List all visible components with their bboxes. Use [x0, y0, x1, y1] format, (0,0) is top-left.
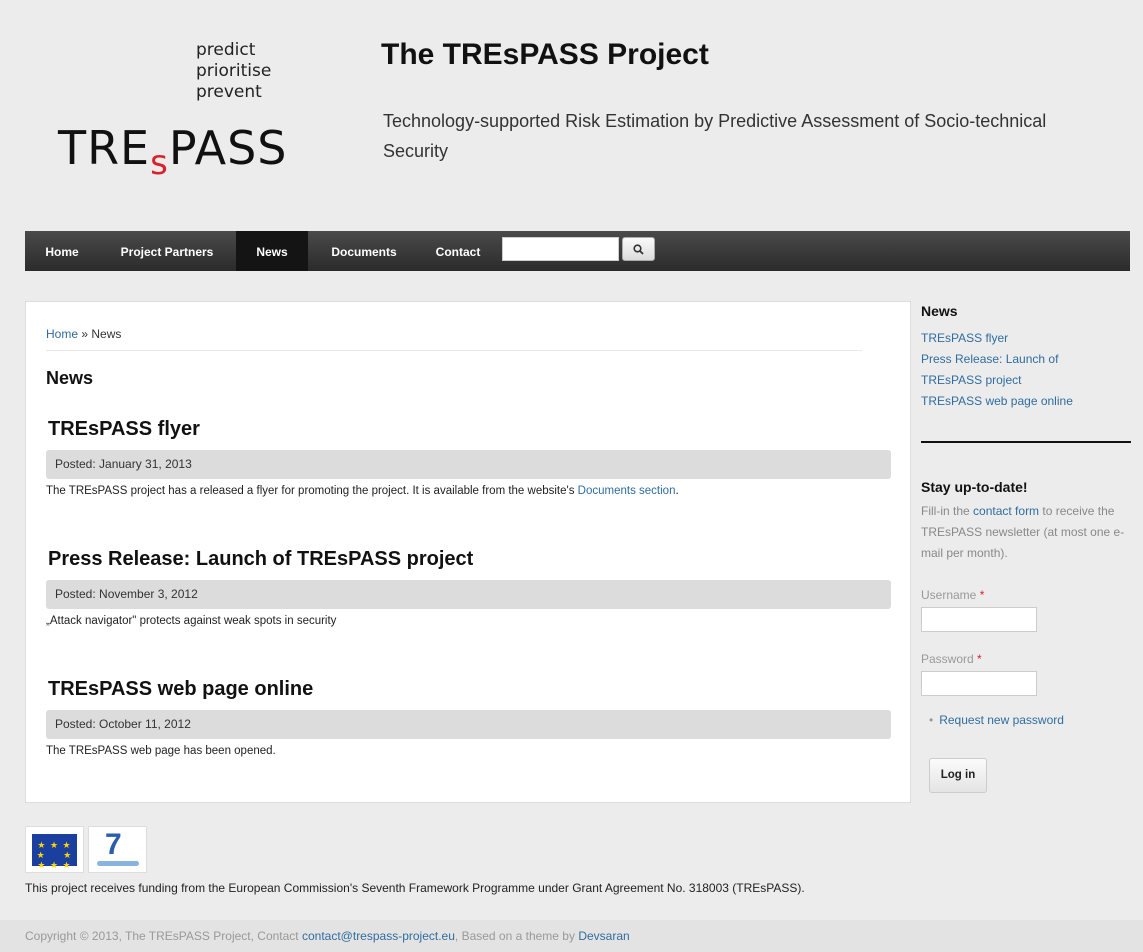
search-input[interactable] — [502, 237, 619, 261]
funding-notice: This project receives funding from the E… — [25, 881, 805, 895]
newsletter-text: Fill-in the contact form to receive the … — [921, 504, 1125, 560]
news-item-title[interactable]: TREsPASS flyer — [48, 418, 200, 441]
breadcrumb-home-link[interactable]: Home — [46, 327, 78, 341]
fp7-logo-mark: 7 — [105, 828, 122, 861]
breadcrumb: Home » News — [46, 327, 121, 341]
news-item-body: The TREsPASS project has a released a fl… — [46, 485, 679, 497]
sidebar-news-list: TREsPASS flyer Press Release: Launch of … — [921, 328, 1073, 412]
contact-email-link[interactable]: contact@trespass-project.eu — [302, 929, 455, 943]
username-label: Username * — [921, 588, 985, 602]
copyright-bar: Copyright © 2013, The TREsPASS Project, … — [0, 920, 1143, 952]
sidebar-news-link[interactable]: TREsPASS web page online — [921, 391, 1073, 412]
search-button[interactable] — [622, 237, 655, 261]
page-title: News — [46, 368, 94, 388]
contact-form-link[interactable]: contact form — [973, 504, 1039, 518]
sidebar-news-link[interactable]: TREsPASS project — [921, 370, 1073, 391]
bullet-icon: • — [929, 713, 934, 727]
sidebar-news-title: News — [921, 303, 958, 319]
eu-flag-logo[interactable]: ★ ★ ★ ★ ★ ★ ★ ★ — [25, 826, 84, 873]
fp7-logo[interactable]: 7 — [88, 826, 147, 873]
sidebar-divider — [921, 441, 1131, 443]
breadcrumb-current: News — [91, 327, 122, 341]
request-password: • Request new password — [929, 713, 1064, 727]
news-item-posted: Posted: January 31, 2013 — [46, 450, 891, 479]
news-item-posted: Posted: November 3, 2012 — [46, 580, 891, 609]
news-item-posted: Posted: October 11, 2012 — [46, 710, 891, 739]
main-navigation: Home Project Partners News Documents Con… — [25, 231, 1130, 271]
site-name[interactable]: The TREsPASS Project — [381, 38, 709, 72]
news-item-body: The TREsPASS web page has been opened. — [46, 745, 276, 757]
tagline-line: prevent — [196, 82, 262, 102]
theme-author-link[interactable]: Devsaran — [578, 929, 629, 943]
nav-item-home[interactable]: Home — [33, 231, 91, 271]
password-field[interactable] — [921, 671, 1037, 696]
username-field[interactable] — [921, 607, 1037, 632]
sidebar-news-link[interactable]: TREsPASS flyer — [921, 328, 1073, 349]
fp7-swoosh-icon — [97, 861, 139, 866]
nav-item-contact[interactable]: Contact — [423, 231, 493, 271]
news-item-title[interactable]: Press Release: Launch of TREsPASS projec… — [48, 548, 473, 571]
request-new-password-link[interactable]: Request new password — [939, 713, 1064, 727]
newsletter-title: Stay up-to-date! — [921, 479, 1028, 495]
nav-item-project-partners[interactable]: Project Partners — [108, 231, 226, 271]
nav-item-news[interactable]: News — [236, 231, 308, 271]
breadcrumb-divider — [46, 350, 862, 351]
tagline-line: predict — [196, 40, 256, 60]
breadcrumb-separator: » — [81, 327, 89, 341]
documents-section-link[interactable]: Documents section — [578, 485, 676, 497]
sidebar: News TREsPASS flyer Press Release: Launc… — [921, 303, 1131, 793]
site-slogan: Technology-supported Risk Estimation by … — [383, 111, 1047, 161]
logo-tagline: predict prioritise prevent — [196, 40, 271, 103]
nav-item-documents[interactable]: Documents — [318, 231, 410, 271]
search-icon — [633, 244, 644, 255]
news-item-body: „Attack navigator" protects against weak… — [46, 615, 337, 627]
tagline-line: prioritise — [196, 61, 272, 81]
password-label: Password * — [921, 652, 982, 666]
site-logo[interactable]: predict prioritise prevent TREsPASS — [58, 40, 348, 200]
sidebar-news-link[interactable]: Press Release: Launch of — [921, 349, 1073, 370]
logo-wordmark: TREsPASS — [58, 121, 288, 183]
main-content: Home » News News TREsPASS flyer Posted: … — [25, 301, 911, 803]
news-item-title[interactable]: TREsPASS web page online — [48, 678, 313, 701]
login-button[interactable]: Log in — [929, 758, 987, 793]
eu-flag-icon: ★ ★ ★ ★ ★ ★ ★ ★ — [32, 834, 77, 870]
